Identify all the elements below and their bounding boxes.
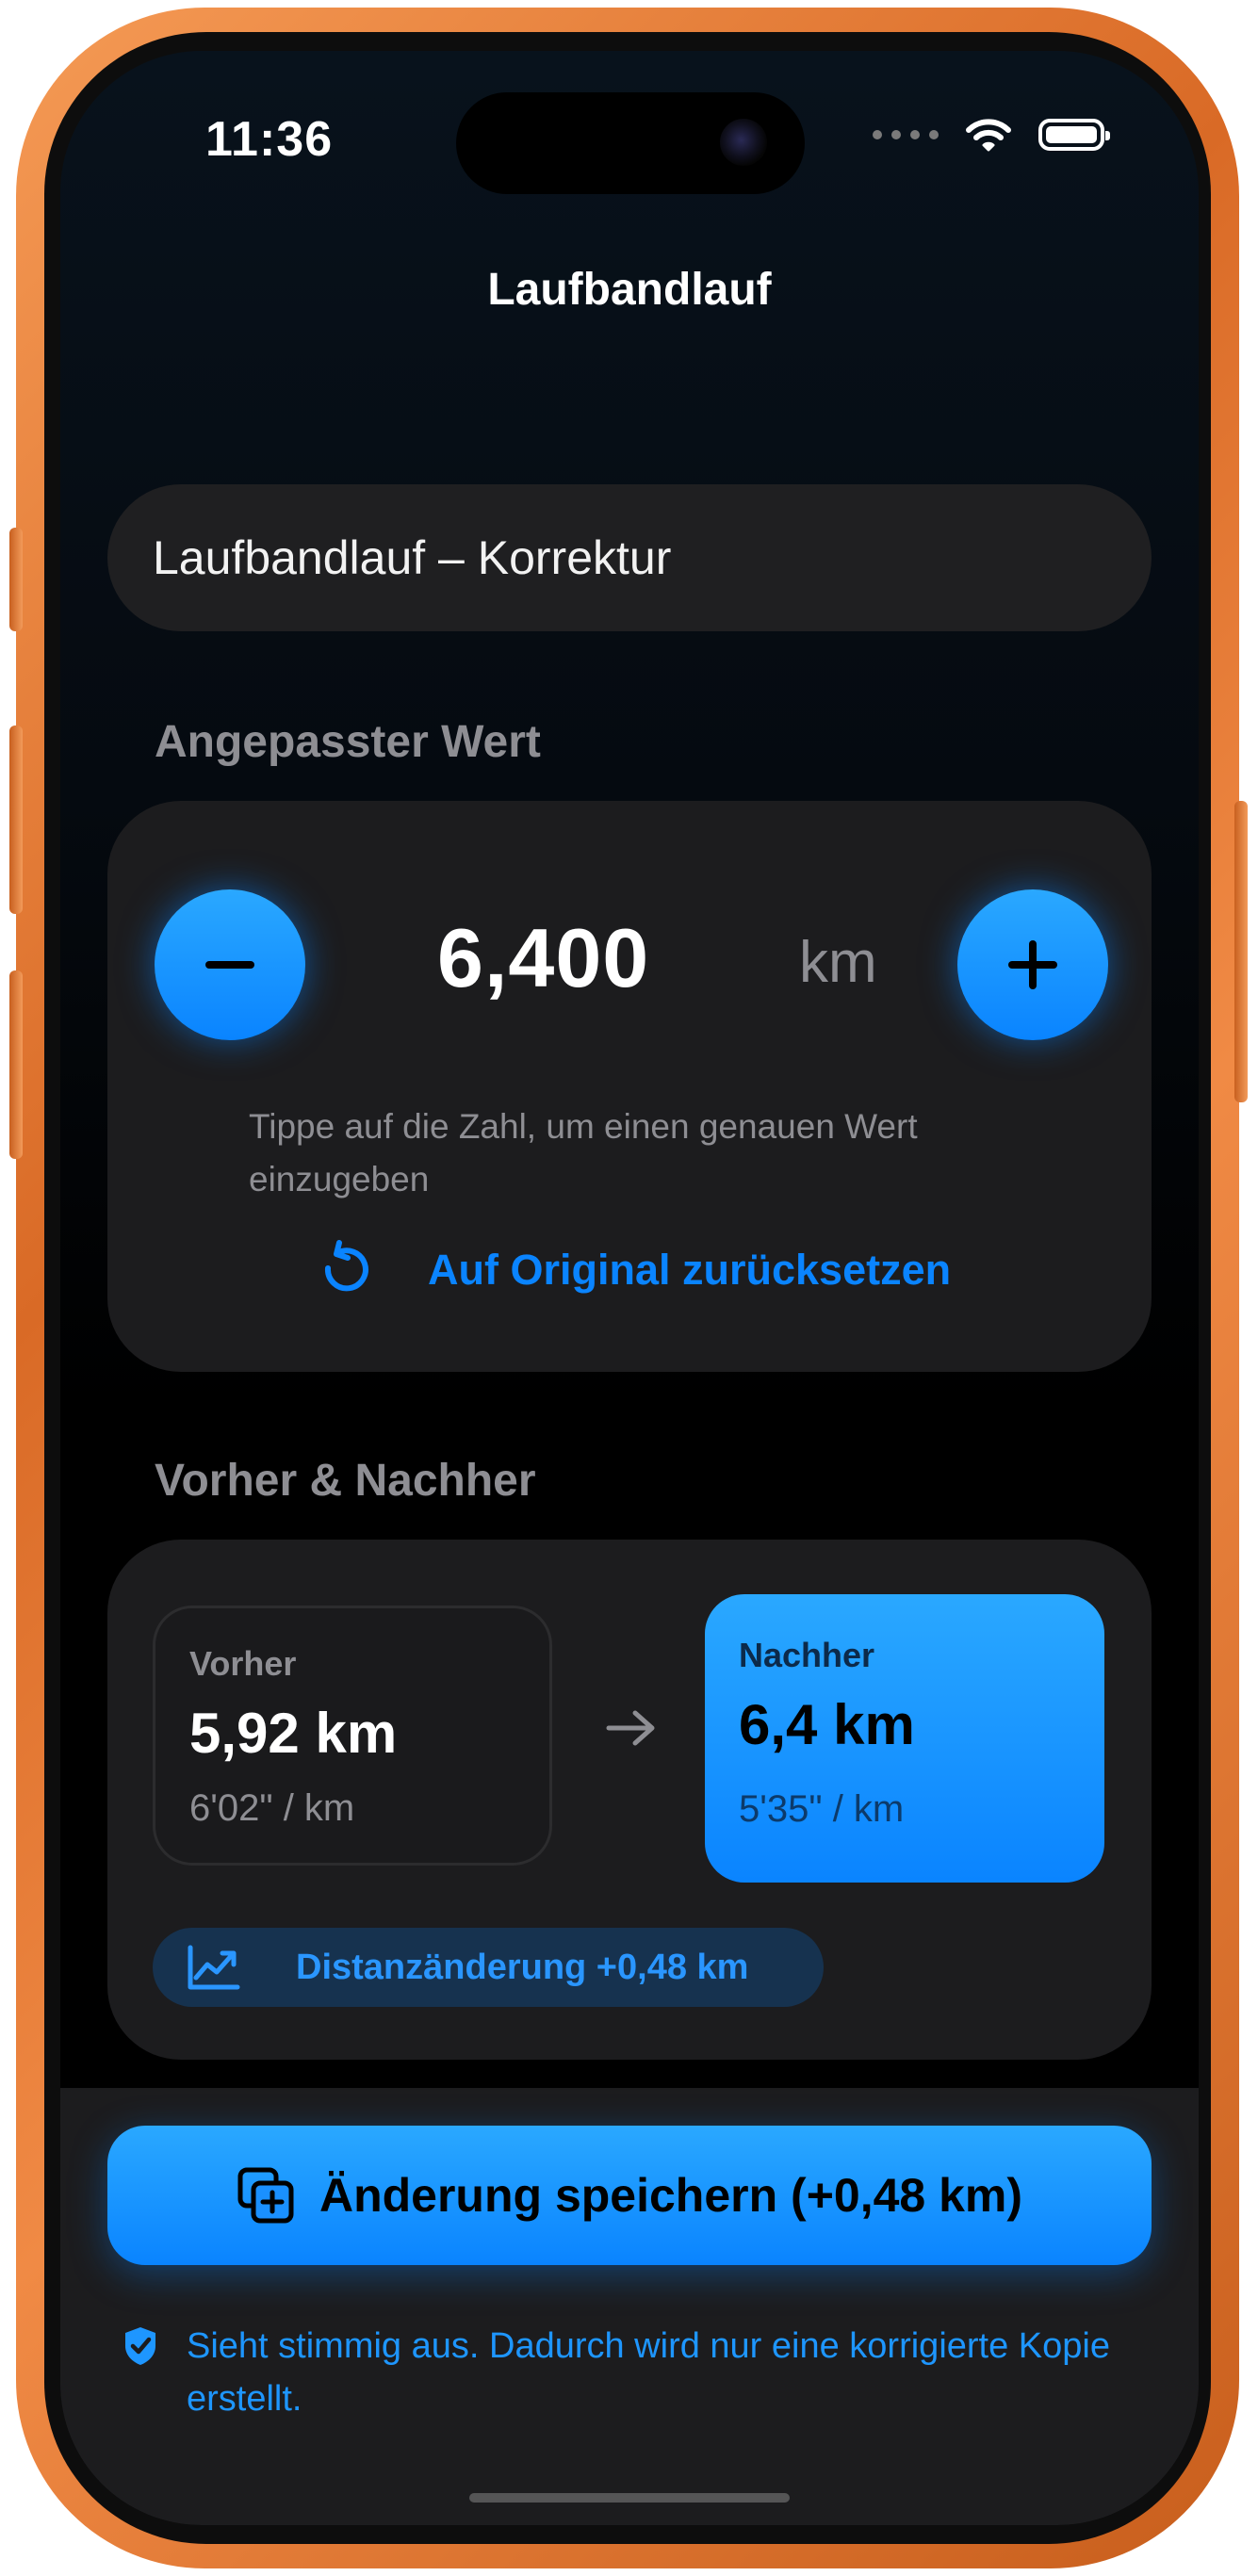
before-distance: 5,92 km (189, 1702, 398, 1765)
dynamic-island (456, 92, 805, 194)
side-button (1234, 801, 1248, 1102)
save-change-label: Änderung speichern (+0,48 km) (319, 2169, 1023, 2222)
trend-chart-icon (188, 1945, 240, 1990)
exact-value-hint: Tippe auf die Zahl, um einen genauen Wer… (249, 1107, 918, 1198)
verification-message: Sieht stimmig aus. Dadurch wird nur eine… (123, 2320, 1121, 2425)
home-indicator[interactable] (469, 2493, 790, 2503)
duplicate-plus-icon (237, 2167, 294, 2224)
reset-to-original-button[interactable]: Auf Original zurücksetzen (315, 1240, 951, 1300)
adjusted-value-card: 6,400 km Tippe auf die Zahl, um einen ge… (107, 801, 1152, 1372)
battery-icon (1038, 119, 1110, 151)
arrow-right-icon (606, 1710, 655, 1746)
volume-up-button (9, 726, 23, 914)
reset-label: Auf Original zurücksetzen (428, 1246, 952, 1294)
decrement-button[interactable] (155, 889, 305, 1040)
camera-icon (720, 119, 767, 166)
distance-change-badge: Distanzänderung +0,48 km (153, 1928, 824, 2007)
before-pace: 6'02" / km (189, 1787, 355, 1829)
bottom-action-panel: Änderung speichern (+0,48 km) Sieht stim… (60, 2088, 1199, 2525)
volume-down-button (9, 970, 23, 1159)
after-distance: 6,4 km (739, 1693, 915, 1756)
page-title: Laufbandlauf (487, 265, 772, 315)
screen: 11:36 Laufbandlauf Laufbandlauf – Korrek… (60, 51, 1199, 2525)
wifi-icon (966, 119, 1011, 152)
before-box: Vorher 5,92 km 6'02" / km (153, 1606, 552, 1866)
action-button (9, 528, 23, 631)
workout-name-field[interactable]: Laufbandlauf – Korrektur (107, 484, 1152, 631)
status-time: 11:36 (205, 112, 334, 167)
adjusted-value-section-label: Angepasster Wert (155, 717, 541, 767)
increment-button[interactable] (957, 889, 1108, 1040)
comparison-card: Vorher 5,92 km 6'02" / km Nachher 6,4 km… (107, 1540, 1152, 2060)
after-box: Nachher 6,4 km 5'35" / km (705, 1594, 1104, 1883)
comparison-section-label: Vorher & Nachher (155, 1456, 536, 1506)
after-label: Nachher (739, 1636, 875, 1674)
before-label: Vorher (189, 1644, 297, 1683)
counterclockwise-arrow-icon (324, 1240, 368, 1292)
after-pace: 5'35" / km (739, 1788, 905, 1830)
distance-unit: km (799, 930, 877, 995)
minus-icon (205, 961, 254, 969)
cellular-signal-icon (873, 130, 939, 139)
status-icons (873, 117, 1110, 153)
plus-icon (1008, 940, 1057, 989)
save-change-button[interactable]: Änderung speichern (+0,48 km) (107, 2126, 1152, 2265)
distance-value[interactable]: 6,400 (437, 910, 649, 1006)
checkmark-shield-icon (125, 2327, 155, 2365)
verification-text: Sieht stimmig aus. Dadurch wird nur eine… (187, 2326, 1110, 2419)
distance-change-text: Distanzänderung +0,48 km (296, 1947, 749, 1987)
